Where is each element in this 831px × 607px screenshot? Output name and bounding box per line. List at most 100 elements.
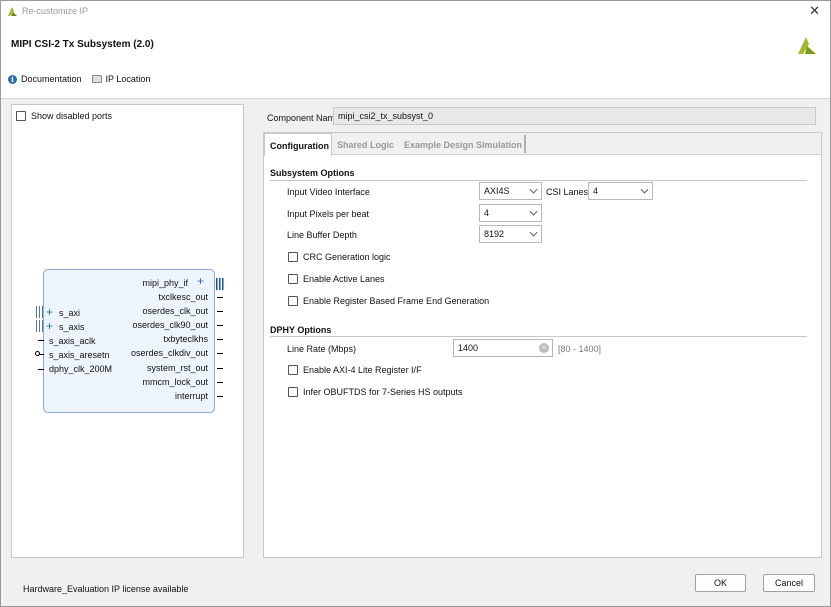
obuftds-option-row[interactable]: Infer OBUFTDS for 7-Series HS outputs bbox=[288, 387, 463, 397]
chevron-down-icon bbox=[640, 185, 649, 194]
output-port: interrupt bbox=[174, 391, 208, 401]
line-rate-label: Line Rate (Mbps) bbox=[287, 344, 357, 354]
close-icon[interactable]: ✕ bbox=[809, 4, 820, 18]
section-divider bbox=[270, 336, 807, 337]
folder-icon bbox=[91, 75, 102, 83]
tab-divider bbox=[524, 135, 526, 153]
clear-icon[interactable]: × bbox=[539, 343, 549, 353]
line-rate-input[interactable]: 1400 × bbox=[453, 339, 553, 357]
bus-icon bbox=[216, 278, 224, 290]
title-bar: Re-customize IP ✕ bbox=[1, 1, 830, 23]
output-port: oserdes_clk_out bbox=[142, 306, 208, 316]
pin-line bbox=[38, 340, 44, 341]
cancel-button[interactable]: Cancel bbox=[763, 574, 815, 592]
bus-icon bbox=[36, 320, 43, 332]
ok-button[interactable]: OK bbox=[695, 574, 746, 592]
input-port: s_axis_aresetn bbox=[49, 350, 110, 360]
crc-label: CRC Generation logic bbox=[303, 252, 391, 262]
header: MIPI CSI-2 Tx Subsystem (2.0) i Document… bbox=[1, 23, 830, 99]
show-disabled-ports-checkbox[interactable] bbox=[16, 111, 26, 121]
subsystem-options-title: Subsystem Options bbox=[270, 168, 355, 178]
input-port: s_axis_aclk bbox=[49, 336, 96, 346]
documentation-link[interactable]: i Documentation bbox=[8, 74, 82, 84]
pixels-per-beat-label: Input Pixels per beat bbox=[287, 209, 370, 219]
show-disabled-ports-label: Show disabled ports bbox=[31, 111, 113, 121]
select-value: AXI4S bbox=[484, 186, 510, 196]
axi-lite-option-row[interactable]: Enable AXI-4 Lite Register I/F bbox=[288, 365, 422, 375]
frame-end-label: Enable Register Based Frame End Generati… bbox=[303, 296, 490, 306]
obuftds-checkbox[interactable] bbox=[288, 387, 298, 397]
ip-location-label: IP Location bbox=[105, 74, 151, 84]
tab-configuration[interactable]: Configuration bbox=[264, 133, 332, 156]
line-buffer-depth-select[interactable]: 8192 bbox=[479, 225, 542, 243]
active-lanes-checkbox[interactable] bbox=[288, 274, 298, 284]
output-port: txclkesc_out bbox=[158, 292, 208, 302]
frame-end-option-row[interactable]: Enable Register Based Frame End Generati… bbox=[288, 296, 489, 306]
chevron-down-icon bbox=[529, 228, 538, 237]
obuftds-label: Infer OBUFTDS for 7-Series HS outputs bbox=[303, 387, 463, 397]
select-value: 4 bbox=[593, 186, 599, 196]
tab-bar: Configuration Shared Logic Example Desig… bbox=[264, 133, 821, 156]
config-panel: Component Name mipi_csi2_tx_subsyst_0 Co… bbox=[263, 104, 822, 558]
select-value: 4 bbox=[484, 208, 490, 218]
license-status: Hardware_Evaluation IP license available bbox=[23, 584, 189, 594]
header-links: i Documentation IP Location bbox=[8, 74, 150, 84]
csi-lanes-select[interactable]: 4 bbox=[588, 182, 653, 200]
active-lanes-option-row[interactable]: Enable Active Lanes bbox=[288, 274, 385, 284]
pin-line bbox=[38, 369, 44, 370]
app-logo-icon bbox=[8, 7, 17, 16]
tab-shared-logic[interactable]: Shared Logic bbox=[332, 133, 399, 155]
crc-option-row[interactable]: CRC Generation logic bbox=[288, 252, 391, 262]
chevron-down-icon bbox=[529, 207, 538, 216]
ip-location-link[interactable]: IP Location bbox=[91, 74, 151, 84]
output-port: mmcm_lock_out bbox=[142, 377, 208, 387]
ip-title: MIPI CSI-2 Tx Subsystem (2.0) bbox=[11, 39, 154, 50]
output-port: txbyteclkhs bbox=[163, 334, 208, 344]
pin-line bbox=[217, 311, 223, 312]
info-icon: i bbox=[8, 74, 17, 84]
crc-checkbox[interactable] bbox=[288, 252, 298, 262]
section-divider bbox=[270, 180, 807, 181]
input-port: s_axi bbox=[59, 308, 81, 318]
csi-lanes-label: CSI Lanes bbox=[546, 187, 589, 197]
inverter-bubble bbox=[35, 351, 40, 356]
dphy-options-title: DPHY Options bbox=[270, 325, 332, 335]
frame-end-checkbox[interactable] bbox=[288, 296, 298, 306]
input-port: s_axis bbox=[59, 322, 85, 332]
symbol-panel: Show disabled ports mipi_phy_if + txclke… bbox=[11, 104, 244, 558]
pin-line bbox=[217, 297, 223, 298]
input-video-interface-select[interactable]: AXI4S bbox=[479, 182, 542, 200]
axi-lite-checkbox[interactable] bbox=[288, 365, 298, 375]
dialog-window: Re-customize IP ✕ MIPI CSI-2 Tx Subsyste… bbox=[0, 0, 831, 607]
port-label: mipi_phy_if bbox=[142, 278, 188, 288]
component-name-label: Component Name bbox=[267, 113, 341, 123]
brand-logo-icon bbox=[798, 37, 816, 54]
input-video-interface-label: Input Video Interface bbox=[287, 187, 370, 197]
line-rate-range: [80 - 1400] bbox=[558, 344, 602, 354]
window-title: Re-customize IP bbox=[22, 6, 89, 16]
output-port: system_rst_out bbox=[146, 363, 208, 373]
axi-lite-label: Enable AXI-4 Lite Register I/F bbox=[303, 365, 422, 375]
tab-example-design-simulation[interactable]: Example Design Simulation bbox=[399, 133, 527, 155]
line-buffer-depth-label: Line Buffer Depth bbox=[287, 230, 357, 240]
pin-line bbox=[217, 353, 223, 354]
bus-icon bbox=[36, 306, 43, 318]
select-value: 8192 bbox=[484, 229, 505, 239]
pixels-per-beat-select[interactable]: 4 bbox=[479, 204, 542, 222]
ip-block-symbol: mipi_phy_if + txclkesc_out oserdes_clk_o… bbox=[35, 269, 224, 413]
pin-line bbox=[217, 339, 223, 340]
documentation-label: Documentation bbox=[21, 74, 82, 84]
plus-icon[interactable]: + bbox=[46, 319, 53, 333]
plus-icon[interactable]: + bbox=[46, 305, 53, 319]
pin-line bbox=[217, 382, 223, 383]
component-name-field[interactable]: mipi_csi2_tx_subsyst_0 bbox=[333, 107, 816, 125]
output-port: oserdes_clk90_out bbox=[132, 320, 208, 330]
pin-line bbox=[217, 368, 223, 369]
output-port: oserdes_clkdiv_out bbox=[130, 348, 208, 358]
input-port: dphy_clk_200M bbox=[49, 364, 113, 374]
pin-line bbox=[217, 325, 223, 326]
active-lanes-label: Enable Active Lanes bbox=[303, 274, 385, 284]
input-value: 1400 bbox=[458, 343, 479, 353]
show-disabled-ports-row[interactable]: Show disabled ports bbox=[16, 111, 112, 121]
plus-icon[interactable]: + bbox=[197, 274, 204, 288]
